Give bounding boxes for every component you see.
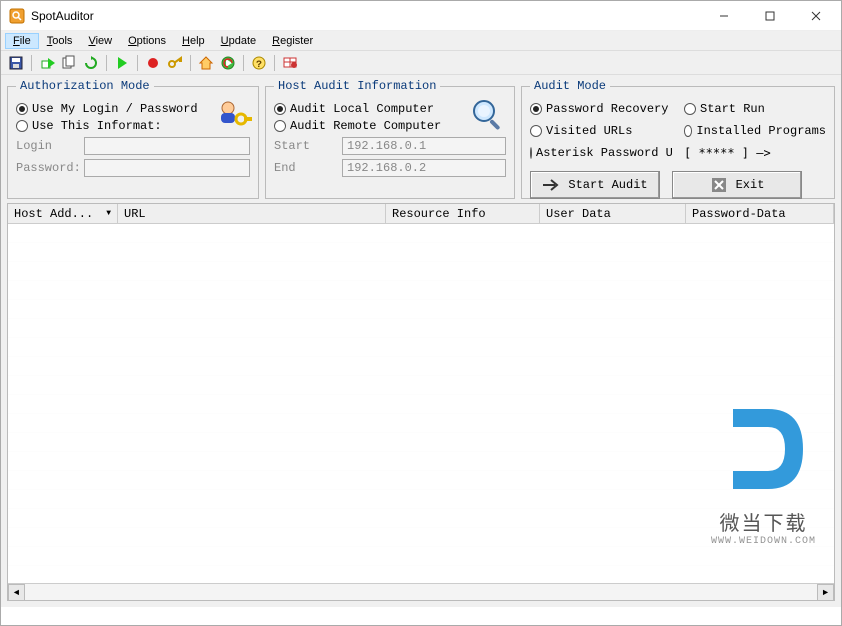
login-row: Login [16,137,250,155]
magnifier-icon [470,97,506,137]
close-button[interactable] [793,1,839,31]
grid-body[interactable]: 微当下载 WWW.WEIDOWN.COM [8,224,834,583]
help-icon[interactable]: ? [250,54,268,72]
start-audit-button[interactable]: Start Audit [530,171,660,199]
update-icon[interactable] [219,54,237,72]
radio-label: Audit Remote Computer [290,119,441,133]
menu-update[interactable]: Update [213,33,264,49]
radio-use-this-info[interactable]: Use This Informat: [16,119,250,133]
export-icon[interactable] [38,54,56,72]
radio-dot-icon [16,103,28,115]
watermark-url: WWW.WEIDOWN.COM [711,536,816,547]
options-panels: Authorization Mode Use My Login / Passwo… [1,75,841,203]
close-square-icon [710,176,728,194]
window-title: SpotAuditor [31,9,701,23]
radio-label: Installed Programs [696,124,826,138]
radio-use-my-login[interactable]: Use My Login / Password [16,102,250,116]
radio-label: Audit Local Computer [290,102,434,116]
menu-bar: File Tools View Options Help Update Regi… [1,31,841,51]
col-password-data[interactable]: Password-Data [686,204,834,223]
col-user-data[interactable]: User Data [540,204,686,223]
watermark: 微当下载 WWW.WEIDOWN.COM [711,399,816,547]
radio-asterisk-uncover[interactable]: Asterisk Password Uncover [530,146,672,160]
group-authorization-mode: Authorization Mode Use My Login / Passwo… [7,79,259,199]
scroll-left-icon[interactable]: ◄ [8,584,25,601]
copy-icon[interactable] [60,54,78,72]
horizontal-scrollbar[interactable]: ◄ ► [8,583,834,600]
scroll-right-icon[interactable]: ► [817,584,834,601]
end-label: End [274,161,336,175]
radio-start-run[interactable]: Start Run [684,102,826,116]
legend-hostinfo: Host Audit Information [274,79,440,93]
sort-desc-icon: ▼ [106,209,111,218]
radio-dot-icon [274,120,286,132]
password-input[interactable] [84,159,250,177]
radio-visited-urls[interactable]: Visited URLs [530,124,672,138]
col-url[interactable]: URL [118,204,386,223]
start-label: Start [274,139,336,153]
arrow-right-icon [542,176,560,194]
col-host-address[interactable]: Host Add... ▼ [8,204,118,223]
end-ip-input[interactable]: 192.168.0.2 [342,159,506,177]
asterisk-sample: [ ***** ] —> [684,145,826,160]
button-label: Start Audit [568,178,647,192]
toolbar: ? [1,51,841,75]
results-area: Host Add... ▼ URL Resource Info User Dat… [1,203,841,607]
save-icon[interactable] [7,54,25,72]
radio-dot-icon [274,103,286,115]
exit-button[interactable]: Exit [672,171,802,199]
register-icon[interactable] [281,54,299,72]
menu-view[interactable]: View [80,33,120,49]
menu-tools[interactable]: Tools [39,33,81,49]
grid-header: Host Add... ▼ URL Resource Info User Dat… [8,204,834,224]
maximize-button[interactable] [747,1,793,31]
menu-help[interactable]: Help [174,33,213,49]
person-key-icon [216,99,252,133]
minimize-button[interactable] [701,1,747,31]
login-input[interactable] [84,137,250,155]
group-audit-mode: Audit Mode Password Recovery Start Run V… [521,79,835,199]
radio-dot-icon [16,120,28,132]
button-label: Exit [736,178,765,192]
radio-label: Start Run [700,102,765,116]
menu-options[interactable]: Options [120,33,174,49]
radio-label: Use My Login / Password [32,102,198,116]
radio-dot-icon [530,125,542,137]
radio-label: Use This Informat: [32,119,162,133]
password-label: Password: [16,161,78,175]
start-ip-input[interactable]: 192.168.0.1 [342,137,506,155]
login-label: Login [16,139,78,153]
radio-dot-icon [530,147,532,159]
radio-label: Visited URLs [546,124,632,138]
radio-installed-programs[interactable]: Installed Programs [684,124,826,138]
legend-auditmode: Audit Mode [530,79,610,93]
svg-text:?: ? [256,60,262,71]
radio-password-recovery[interactable]: Password Recovery [530,102,672,116]
home-icon[interactable] [197,54,215,72]
app-icon [9,8,25,24]
menu-register[interactable]: Register [264,33,321,49]
record-icon[interactable] [144,54,162,72]
end-ip-row: End 192.168.0.2 [274,159,506,177]
radio-label: Asterisk Password Uncover [536,146,672,160]
menu-file[interactable]: File [5,33,39,49]
play-icon[interactable] [113,54,131,72]
legend-auth: Authorization Mode [16,79,154,93]
radio-dot-icon [684,103,696,115]
radio-dot-icon [530,103,542,115]
title-bar: SpotAuditor [1,1,841,31]
col-resource-info[interactable]: Resource Info [386,204,540,223]
key-icon[interactable] [166,54,184,72]
password-row: Password: [16,159,250,177]
refresh-icon[interactable] [82,54,100,72]
radio-label: Password Recovery [546,102,668,116]
group-host-audit-info: Host Audit Information Audit Local Compu… [265,79,515,199]
results-grid: Host Add... ▼ URL Resource Info User Dat… [7,203,835,601]
scroll-track[interactable] [25,584,817,600]
watermark-text: 微当下载 [711,507,816,536]
start-ip-row: Start 192.168.0.1 [274,137,506,155]
radio-dot-icon [684,125,692,137]
